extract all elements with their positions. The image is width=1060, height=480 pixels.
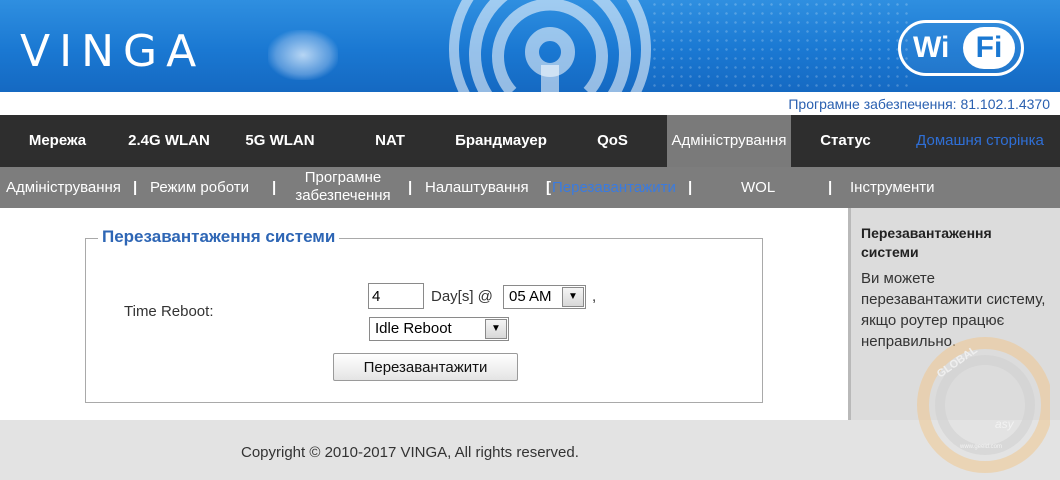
dots-pattern (650, 0, 910, 92)
vinga-logo: VINGA (20, 26, 206, 77)
copyright-text: Copyright © 2010-2017 VINGA, All rights … (241, 444, 579, 461)
subnav-separator: | (272, 179, 277, 196)
subnav-item-firmware-line1: Програмне (304, 169, 382, 186)
header-banner: VINGA Wi Fi (0, 0, 1060, 92)
help-title: Перезавантаження системи (861, 225, 992, 260)
subnav-separator: | (828, 179, 833, 196)
wireless-waves-graphic (449, 0, 651, 92)
subnav-item-wol[interactable]: WOL (741, 167, 775, 208)
subnav-separator: | (133, 179, 138, 196)
svg-text:www.geeid.com: www.geeid.com (959, 444, 1002, 450)
subnav-item-firmware[interactable]: Програмне забезпечення (287, 169, 399, 205)
time-select-value: 05 AM (509, 288, 552, 305)
time-select[interactable]: 05 AM ▼ (503, 285, 586, 309)
subnav-item-tools[interactable]: Інструменти (850, 167, 935, 208)
chevron-down-icon[interactable]: ▼ (485, 319, 507, 339)
reboot-mode-select[interactable]: Idle Reboot ▼ (369, 317, 509, 341)
sub-nav: Адміністрування | Режим роботи | Програм… (0, 167, 1060, 208)
subnav-item-settings[interactable]: Налаштування (425, 167, 529, 208)
nav-item-home-page[interactable]: Домашня сторінка (905, 115, 1055, 167)
firmware-version-text: Програмне забезпечення: 81.102.1.4370 (788, 96, 1050, 112)
nav-item-firewall[interactable]: Брандмауер (445, 115, 557, 167)
wifi-logo-fi: Fi (963, 27, 1015, 69)
subnav-item-operation-mode[interactable]: Режим роботи (150, 167, 249, 208)
subnav-item-reboot[interactable]: Перезавантажити (552, 167, 676, 208)
section-title: Перезавантаження системи (98, 227, 340, 247)
reboot-fieldset: Перезавантаження системи Time Reboot: Da… (85, 227, 763, 403)
nav-item-5g-wlan[interactable]: 5G WLAN (235, 115, 325, 167)
nav-item-nat[interactable]: NAT (355, 115, 425, 167)
time-reboot-label: Time Reboot: (124, 303, 214, 320)
svg-text:asy: asy (995, 417, 1015, 431)
main-nav: Мережа 2.4G WLAN 5G WLAN NAT Брандмауер … (0, 115, 1060, 167)
subnav-separator: | (688, 179, 693, 196)
chevron-down-icon[interactable]: ▼ (562, 287, 584, 307)
nav-item-administration[interactable]: Адміністрування (667, 115, 791, 167)
comma-text: , (592, 288, 597, 305)
subnav-item-administration[interactable]: Адміністрування (6, 167, 121, 208)
reboot-mode-select-value: Idle Reboot (375, 320, 452, 337)
wifi-logo: Wi Fi (898, 20, 1024, 76)
nav-item-status[interactable]: Статус (808, 115, 883, 167)
geeid-watermark-logo: GLOBAL asy www.geeid.com (917, 337, 1050, 473)
reboot-button[interactable]: Перезавантажити (333, 353, 518, 381)
content-area: Перезавантаження системи Time Reboot: Da… (0, 208, 848, 420)
days-at-label: Day[s] @ (431, 288, 493, 305)
firmware-version: Програмне забезпечення: 81.102.1.4370 (0, 92, 1060, 114)
wifi-logo-wi: Wi (913, 31, 950, 64)
subnav-separator: | (408, 179, 413, 196)
days-input[interactable] (368, 283, 424, 309)
nav-item-network[interactable]: Мережа (10, 115, 105, 167)
nav-item-qos[interactable]: QoS (580, 115, 645, 167)
hands-graphic (268, 30, 338, 80)
subnav-bracket: [ (546, 179, 551, 196)
subnav-item-firmware-line2: забезпечення (295, 187, 391, 204)
nav-item-24g-wlan[interactable]: 2.4G WLAN (120, 115, 218, 167)
